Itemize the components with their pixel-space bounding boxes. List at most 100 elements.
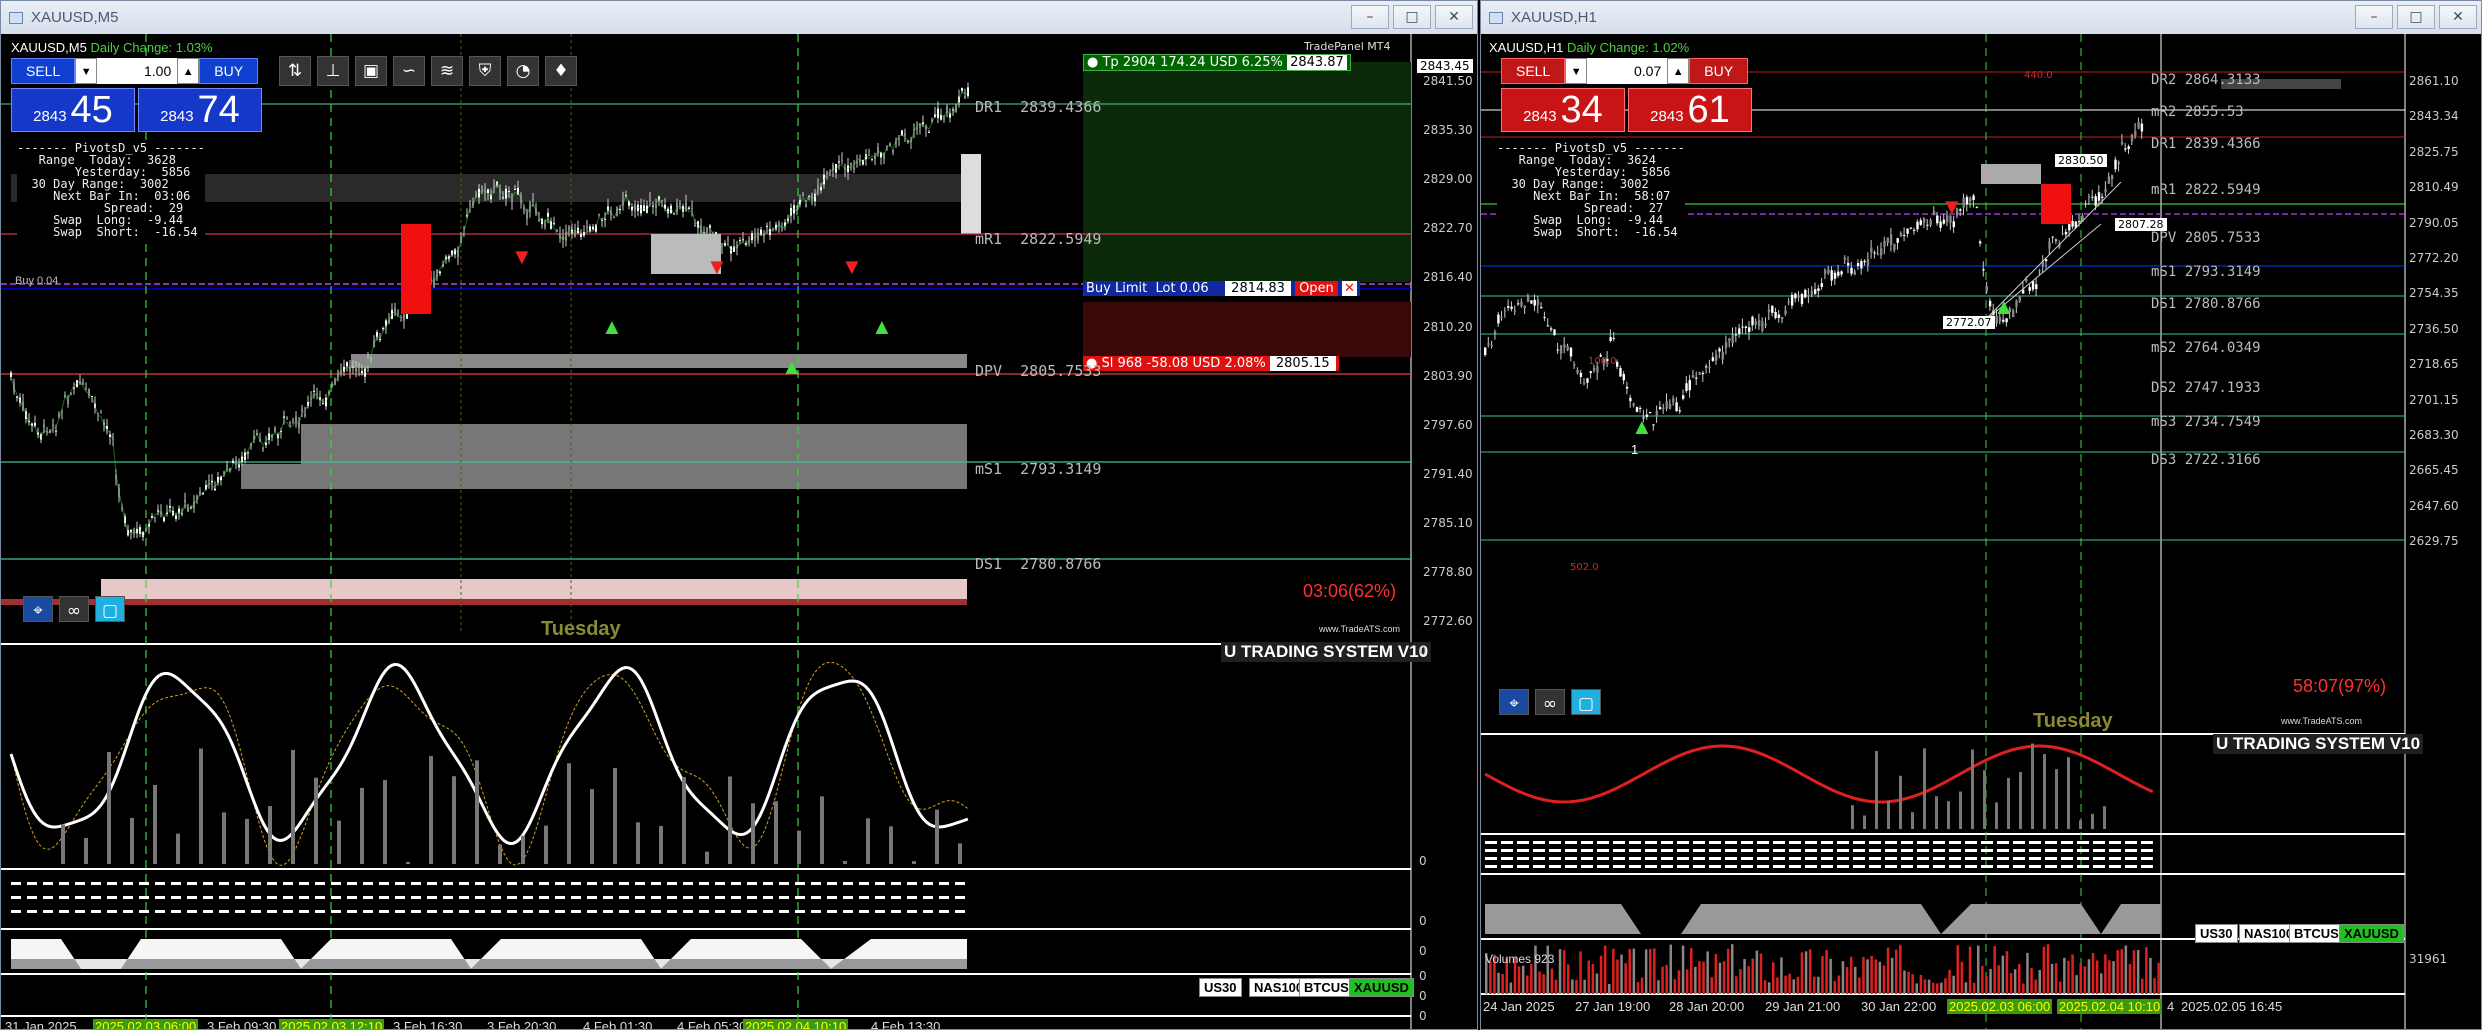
volume-bar	[2128, 963, 2132, 994]
candle-body	[1870, 247, 1873, 253]
trend-dot	[811, 896, 821, 899]
volume-bar	[2153, 978, 2156, 994]
eraser-icon[interactable]: ▣	[355, 56, 387, 86]
buy-button[interactable]: BUY	[1689, 58, 1749, 84]
candle-body	[1728, 338, 1731, 342]
sl-price: 2805.15	[1269, 356, 1336, 371]
crosshair-icon[interactable]: ⌖	[23, 596, 53, 622]
candle-body	[1536, 299, 1540, 306]
level-name: DS1	[975, 555, 1003, 573]
trend-dot	[1997, 849, 2009, 852]
candle-body	[211, 480, 213, 483]
trend-dot	[747, 896, 757, 899]
trend-dot	[731, 882, 741, 885]
volume-bar	[2141, 978, 2144, 994]
osc-histogram	[544, 825, 548, 864]
lot-size-input[interactable]: 1.00	[97, 58, 178, 84]
lot-down-icon[interactable]: ▼	[75, 58, 98, 84]
minimize-button[interactable]: –	[2355, 5, 2393, 29]
zone	[241, 464, 967, 489]
link-icon[interactable]: ∞	[59, 596, 89, 622]
level-value: 2780.8766	[1020, 555, 1102, 573]
open-order-button[interactable]: Open	[1295, 281, 1338, 296]
trend-band	[1485, 904, 2161, 934]
candle-body	[1559, 345, 1563, 354]
trend-dot	[1661, 849, 1673, 852]
window-titlebar[interactable]: XAUUSD,M5 – □ ✕	[1, 1, 1477, 34]
trend-dot	[1789, 865, 1801, 868]
price-chart[interactable]: ▼ ▼ ▼ ▲ ▲ ▲ XAUUSD,M5 Daily Change: 1.03% SEL…	[1, 34, 1477, 1029]
shield-icon[interactable]: ⛨	[469, 56, 501, 86]
window-titlebar[interactable]: XAUUSD,H1 – □ ✕	[1481, 1, 2481, 34]
crosshair-icon[interactable]: ⌖	[1499, 689, 1529, 715]
time-label: 27 Jan 19:00	[1575, 999, 1651, 1014]
screenshot-icon[interactable]: ▢	[1571, 689, 1601, 715]
trend-dot	[75, 896, 85, 899]
minimize-button[interactable]: –	[1351, 5, 1389, 29]
symbol-us30[interactable]: US30	[1199, 978, 1242, 997]
time-label: 3 Feb 20:30	[487, 1019, 557, 1030]
candle-body	[1665, 400, 1668, 409]
trend-dot	[1965, 865, 1977, 868]
pie-chart-icon[interactable]: ◔	[507, 56, 539, 86]
order-lines-icon[interactable]: ⇅	[279, 56, 311, 86]
crosshair-line-icon[interactable]: ⊥	[317, 56, 349, 86]
ask-price[interactable]: 2843 61	[1628, 88, 1752, 132]
buy-button[interactable]: BUY	[199, 58, 259, 84]
chart-window-icon	[1489, 11, 1503, 24]
trend-dot	[1501, 857, 1513, 860]
close-button[interactable]: ✕	[1435, 5, 1473, 29]
volume-bar	[1808, 949, 1812, 994]
lot-up-icon[interactable]: ▲	[177, 58, 200, 84]
osc-histogram	[1851, 805, 1854, 829]
link-icon[interactable]: ∞	[1535, 689, 1565, 715]
sell-button[interactable]: SELL	[1501, 58, 1566, 84]
bell-icon[interactable]: ♦	[545, 56, 577, 86]
chart-window-m5[interactable]: XAUUSD,M5 – □ ✕ ▼ ▼ ▼ ▲ ▲ ▲ XAUUSD,M5 Daily C…	[0, 0, 1478, 1030]
screenshot-icon[interactable]: ▢	[95, 596, 125, 622]
trend-dot	[203, 896, 213, 899]
lot-down-icon[interactable]: ▼	[1565, 58, 1588, 84]
candle-body	[1563, 344, 1566, 348]
chart-line-icon[interactable]: ≋	[431, 56, 463, 86]
volume-bar	[2104, 954, 2107, 994]
maximize-button[interactable]: □	[2397, 5, 2435, 29]
sl-usd: -58.08 USD	[1146, 356, 1221, 371]
trend-dot	[139, 896, 149, 899]
candle-body	[1619, 367, 1622, 377]
trend-dot	[43, 896, 53, 899]
bid-price[interactable]: 2843 45	[11, 88, 135, 132]
trend-dot	[1517, 865, 1529, 868]
chart-window-h1[interactable]: XAUUSD,H1 – □ ✕ ▼ ▲ ▲ 1 XAUUSD,H1 Daily Cha…	[1480, 0, 2482, 1030]
trend-dot	[155, 896, 165, 899]
symbol-xauusd[interactable]: XAUUSD	[2339, 924, 2404, 943]
stop-loss-tag[interactable]: ● Sl 968 -58.08 USD 2.08% 2805.15	[1083, 356, 1339, 371]
candle-body	[1988, 300, 1992, 307]
take-profit-tag[interactable]: ● Tp 2904 174.24 USD 6.25% 2843.87	[1083, 54, 1351, 71]
bid-price[interactable]: 2843 34	[1501, 88, 1625, 132]
candle-body	[1751, 316, 1754, 326]
trend-dot	[1693, 865, 1705, 868]
lot-size-input[interactable]: 0.07	[1587, 58, 1668, 84]
time-label: 4 Feb 13:30	[871, 1019, 941, 1030]
buy-limit-tag[interactable]: Buy Limit Lot 0.06 2814.83 Open ✕	[1083, 281, 1360, 296]
close-order-icon[interactable]: ✕	[1341, 281, 1357, 296]
symbol-xauusd[interactable]: XAUUSD	[1349, 978, 1414, 997]
volume-bar	[1870, 955, 1873, 994]
trend-dot	[1869, 849, 1881, 852]
signal-arrow: ▼	[841, 254, 863, 279]
trendline-icon[interactable]: ∽	[393, 56, 425, 86]
volume-bar	[1751, 958, 1754, 994]
ask-price[interactable]: 2843 74	[138, 88, 262, 132]
trend-dot	[1485, 841, 1497, 844]
price-chart[interactable]: ▼ ▲ ▲ 1 XAUUSD,H1 Daily Change: 1.02% SELL …	[1481, 34, 2481, 1029]
candle-body	[2018, 296, 2021, 302]
volume-bar	[1977, 945, 1980, 994]
candle-body	[1622, 374, 1625, 381]
sell-button[interactable]: SELL	[11, 58, 76, 84]
close-button[interactable]: ✕	[2439, 5, 2477, 29]
symbol-us30[interactable]: US30	[2195, 924, 2238, 943]
price-axis-label: 2829.00	[1423, 172, 1473, 187]
maximize-button[interactable]: □	[1393, 5, 1431, 29]
lot-up-icon[interactable]: ▲	[1667, 58, 1690, 84]
